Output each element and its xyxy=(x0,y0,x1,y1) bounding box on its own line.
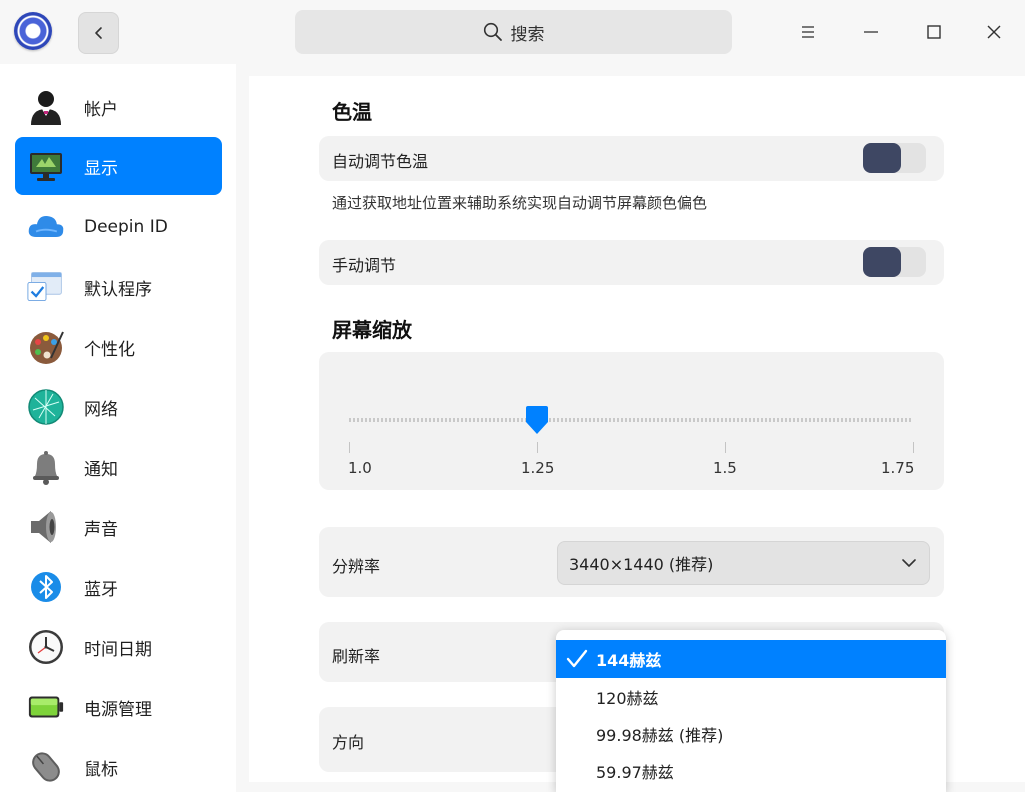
speaker-icon xyxy=(27,508,65,546)
clock-icon xyxy=(27,628,65,666)
sidebar: 帐户 显示 Deepin ID 默认程序 个性化 网络 通知 声音 蓝牙 时间日… xyxy=(0,64,236,792)
refresh-option-120[interactable]: 120赫兹 xyxy=(556,678,946,716)
maximize-icon xyxy=(927,25,941,39)
toggle-knob xyxy=(863,143,901,173)
refresh-option-label: 59.97赫兹 xyxy=(596,763,674,782)
palette-icon xyxy=(27,328,65,366)
refresh-rate-dropdown: 144赫兹 120赫兹 99.98赫兹 (推荐) 59.97赫兹 xyxy=(556,630,946,792)
chevron-down-icon xyxy=(902,559,916,567)
bluetooth-icon xyxy=(27,568,65,606)
menu-button[interactable] xyxy=(792,16,824,48)
refresh-option-label: 99.98赫兹 (推荐) xyxy=(596,726,724,745)
refresh-option-59-97[interactable]: 59.97赫兹 xyxy=(556,752,946,790)
section-title-scaling: 屏幕缩放 xyxy=(332,318,412,342)
slider-tick xyxy=(725,442,726,453)
maximize-button[interactable] xyxy=(918,16,950,48)
section-title-color-temp: 色温 xyxy=(332,100,372,124)
search-input[interactable]: 搜索 xyxy=(295,10,732,54)
sidebar-item-label: 帐户 xyxy=(84,99,118,120)
scaling-slider[interactable] xyxy=(319,352,944,490)
sidebar-item-datetime[interactable]: 时间日期 xyxy=(15,618,222,676)
mouse-icon xyxy=(27,748,65,786)
network-icon xyxy=(27,388,65,426)
close-icon xyxy=(987,25,1001,39)
bell-icon xyxy=(27,448,65,486)
resolution-select[interactable]: 3440×1440 (推荐) xyxy=(557,541,930,585)
sidebar-item-label: 显示 xyxy=(84,158,118,179)
auto-color-temp-description: 通过获取地址位置来辅助系统实现自动调节屏幕颜色偏色 xyxy=(332,194,708,212)
auto-color-temp-toggle[interactable] xyxy=(863,143,926,173)
close-button[interactable] xyxy=(978,16,1010,48)
sidebar-item-network[interactable]: 网络 xyxy=(15,378,222,436)
search-placeholder: 搜索 xyxy=(510,24,545,45)
manual-color-temp-toggle[interactable] xyxy=(863,247,926,277)
scaling-card: 1.0 1.25 1.5 1.75 xyxy=(319,352,944,490)
sidebar-item-sound[interactable]: 声音 xyxy=(15,498,222,556)
slider-tick xyxy=(913,442,914,453)
minimize-button[interactable] xyxy=(855,16,887,48)
refresh-option-99-98[interactable]: 99.98赫兹 (推荐) xyxy=(556,715,946,753)
manual-color-temp-label: 手动调节 xyxy=(332,256,397,275)
refresh-option-144[interactable]: 144赫兹 xyxy=(556,640,946,678)
sidebar-item-default-apps[interactable]: 默认程序 xyxy=(15,258,222,316)
slider-tick-label: 1.75 xyxy=(881,459,915,477)
account-icon xyxy=(27,88,65,126)
refresh-option-label: 120赫兹 xyxy=(596,689,659,708)
slider-tick-label: 1.0 xyxy=(348,459,372,477)
sidebar-item-power[interactable]: 电源管理 xyxy=(15,678,222,736)
slider-tick xyxy=(349,442,350,453)
menu-icon xyxy=(802,26,814,38)
slider-tick-label: 1.5 xyxy=(713,459,737,477)
orientation-label: 方向 xyxy=(332,733,365,752)
check-icon xyxy=(566,649,588,668)
cloud-icon xyxy=(27,208,65,246)
back-button[interactable] xyxy=(78,12,119,54)
slider-handle[interactable] xyxy=(526,406,548,434)
chevron-left-icon xyxy=(94,27,102,39)
sidebar-item-label: 默认程序 xyxy=(84,279,152,300)
auto-color-temp-row: 自动调节色温 xyxy=(319,136,944,181)
sidebar-item-personalization[interactable]: 个性化 xyxy=(15,318,222,376)
sidebar-item-label: 声音 xyxy=(84,519,118,540)
resolution-value: 3440×1440 (推荐) xyxy=(569,555,714,574)
refresh-option-label: 144赫兹 xyxy=(596,651,662,670)
sidebar-item-label: 网络 xyxy=(84,399,118,420)
toggle-knob xyxy=(863,247,901,277)
resolution-label: 分辨率 xyxy=(332,557,381,576)
sidebar-item-label: 蓝牙 xyxy=(84,579,118,600)
search-icon xyxy=(483,22,502,41)
default-apps-icon xyxy=(27,268,65,306)
slider-tick-label: 1.25 xyxy=(521,459,555,477)
manual-color-temp-row: 手动调节 xyxy=(319,240,944,285)
sidebar-item-bluetooth[interactable]: 蓝牙 xyxy=(15,558,222,616)
sidebar-item-account[interactable]: 帐户 xyxy=(15,78,222,136)
sidebar-item-notification[interactable]: 通知 xyxy=(15,438,222,496)
sidebar-item-label: 鼠标 xyxy=(84,759,118,780)
sidebar-item-label: Deepin ID xyxy=(84,217,168,237)
slider-tick xyxy=(537,442,538,453)
refresh-rate-label: 刷新率 xyxy=(332,647,381,666)
deepin-settings-icon xyxy=(14,12,52,50)
title-bar: 搜索 xyxy=(0,0,1025,64)
sidebar-item-label: 时间日期 xyxy=(84,639,152,660)
sidebar-item-label: 个性化 xyxy=(84,339,135,360)
battery-icon xyxy=(27,688,65,726)
display-icon xyxy=(27,147,65,185)
sidebar-item-deepin-id[interactable]: Deepin ID xyxy=(15,198,222,256)
sidebar-item-label: 通知 xyxy=(84,459,118,480)
minimize-icon xyxy=(864,31,878,33)
sidebar-item-display[interactable]: 显示 xyxy=(15,137,222,195)
auto-color-temp-label: 自动调节色温 xyxy=(332,152,429,171)
sidebar-item-mouse[interactable]: 鼠标 xyxy=(15,738,222,792)
sidebar-item-label: 电源管理 xyxy=(84,699,152,720)
